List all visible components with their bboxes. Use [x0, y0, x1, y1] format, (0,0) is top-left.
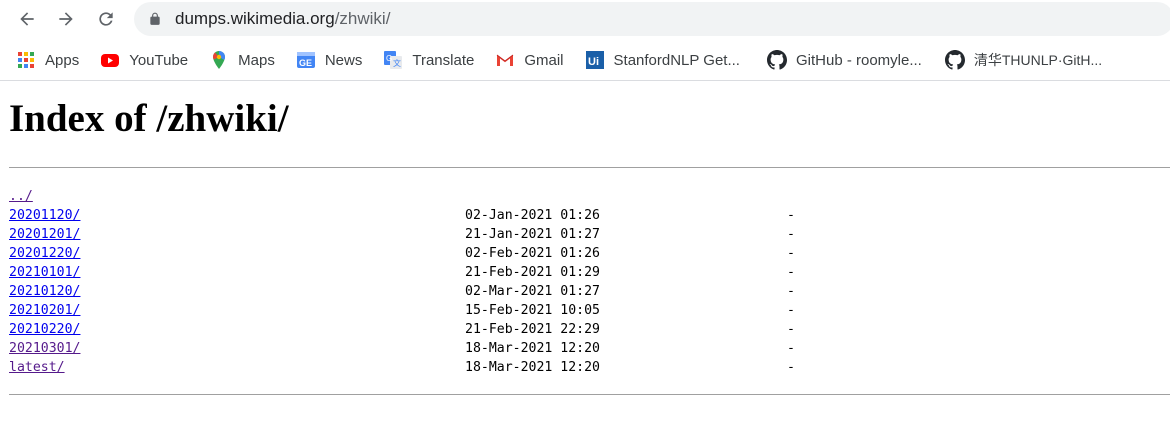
svg-text:G: G	[386, 54, 392, 63]
bookmark-label: Apps	[45, 51, 80, 69]
divider	[9, 167, 1170, 168]
listing-row: latest/18-Mar-2021 12:20 -	[9, 358, 1170, 377]
directory-link[interactable]: 20210220/	[9, 322, 80, 337]
github-icon	[944, 50, 965, 70]
listing-row: 20201220/02-Feb-2021 01:26 -	[9, 244, 1170, 263]
page-title: Index of /zhwiki/	[9, 97, 289, 140]
directory-link[interactable]: 20201120/	[9, 208, 80, 223]
name-cell: 20201120/	[9, 206, 465, 225]
size-cell: -	[787, 322, 795, 337]
date-cell: 18-Mar-2021 12:20	[465, 341, 600, 356]
bookmark-label: Translate	[412, 51, 475, 69]
arrow-right-icon	[59, 12, 73, 26]
size-cell: -	[787, 227, 795, 242]
date-cell: 15-Feb-2021 10:05	[465, 303, 600, 318]
maps-pin-icon	[209, 50, 229, 70]
name-cell: 20210220/	[9, 320, 465, 339]
name-cell: latest/	[9, 358, 465, 377]
bookmark-translate[interactable]: G文 Translate	[383, 50, 474, 70]
directory-link[interactable]: 20210101/	[9, 265, 80, 280]
name-cell: 20201220/	[9, 244, 465, 263]
directory-link[interactable]: 20201201/	[9, 227, 80, 242]
bookmark-gmail[interactable]: Gmail	[495, 50, 564, 70]
date-cell: 21-Feb-2021 01:29	[465, 265, 600, 280]
name-cell: 20201201/	[9, 225, 465, 244]
directory-link[interactable]: 20210201/	[9, 303, 80, 318]
bookmark-label: News	[324, 51, 363, 69]
stanford-ui-icon: Ui	[585, 50, 605, 70]
bookmark-label: 清华THUNLP·GitH...	[973, 52, 1103, 68]
bookmark-github-roomyle[interactable]: GitHub - roomyle...	[766, 50, 922, 70]
bookmark-news[interactable]: GE News	[296, 50, 363, 70]
reload-icon	[99, 12, 113, 26]
listing-row: 20210201/15-Feb-2021 10:05 -	[9, 301, 1170, 320]
date-cell: 02-Jan-2021 01:26	[465, 208, 600, 223]
bookmark-github-thunlp[interactable]: 清华THUNLP·GitH...	[944, 50, 1103, 70]
browser-chrome: dumps.wikimedia.org/zhwiki/ Apps YouTube	[0, 0, 1170, 81]
date-cell: 02-Mar-2021 01:27	[465, 284, 600, 299]
url-host: dumps.wikimedia.org	[175, 9, 335, 28]
gmail-icon	[495, 50, 515, 70]
news-icon: GE	[296, 50, 316, 70]
reload-button[interactable]	[91, 4, 121, 34]
url-path: /zhwiki/	[334, 9, 391, 28]
date-cell: 02-Feb-2021 01:26	[465, 246, 600, 261]
bookmark-apps[interactable]: Apps	[16, 50, 79, 70]
svg-text:Ui: Ui	[588, 56, 599, 68]
name-cell: 20210101/	[9, 263, 465, 282]
forward-button[interactable]	[51, 4, 81, 34]
name-cell: 20210201/	[9, 301, 465, 320]
youtube-icon	[100, 50, 120, 70]
bookmark-label: GitHub - roomyle...	[795, 51, 922, 69]
parent-row: ../	[9, 187, 1170, 206]
size-cell: -	[787, 341, 795, 356]
size-cell: -	[787, 284, 795, 299]
size-cell: -	[787, 360, 795, 375]
bookmark-youtube[interactable]: YouTube	[100, 50, 188, 70]
apps-grid-icon	[16, 50, 36, 70]
parent-directory-link[interactable]: ../	[9, 187, 33, 206]
arrow-left-icon	[20, 12, 34, 26]
directory-link[interactable]: 20210120/	[9, 284, 80, 299]
size-cell: -	[787, 265, 795, 280]
date-cell: 21-Jan-2021 01:27	[465, 227, 600, 242]
address-bar[interactable]: dumps.wikimedia.org/zhwiki/	[134, 2, 1170, 36]
browser-toolbar: dumps.wikimedia.org/zhwiki/	[0, 0, 1170, 40]
bookmark-maps[interactable]: Maps	[209, 50, 275, 70]
name-cell: 20210120/	[9, 282, 465, 301]
divider	[9, 394, 1170, 395]
directory-listing: ../20201120/02-Jan-2021 01:26-20201201/2…	[9, 187, 1170, 377]
listing-row: 20201120/02-Jan-2021 01:26 -	[9, 206, 1170, 225]
svg-text:文: 文	[393, 58, 401, 68]
page-content: Index of /zhwiki/ ../20201120/02-Jan-202…	[0, 96, 1170, 395]
svg-text:GE: GE	[299, 58, 312, 68]
listing-row: 20210120/02-Mar-2021 01:27 -	[9, 282, 1170, 301]
directory-link[interactable]: latest/	[9, 360, 65, 375]
size-cell: -	[787, 208, 795, 223]
bookmark-label: YouTube	[129, 51, 189, 69]
bookmark-label: Gmail	[524, 51, 564, 69]
size-cell: -	[787, 303, 795, 318]
directory-link[interactable]: 20201220/	[9, 246, 80, 261]
name-cell: 20210301/	[9, 339, 465, 358]
lock-icon	[148, 12, 162, 26]
back-button[interactable]	[12, 4, 42, 34]
date-cell: 18-Mar-2021 12:20	[465, 360, 600, 375]
bookmark-label: Maps	[238, 51, 275, 69]
size-cell: -	[787, 246, 795, 261]
bookmark-label: StanfordNLP Get...	[613, 51, 740, 69]
directory-link[interactable]: 20210301/	[9, 341, 80, 356]
github-icon	[766, 50, 787, 70]
bookmarks-bar: Apps YouTube Maps GE News G文 Translate G…	[0, 40, 1170, 80]
listing-row: 20210301/18-Mar-2021 12:20 -	[9, 339, 1170, 358]
listing-row: 20210220/21-Feb-2021 22:29 -	[9, 320, 1170, 339]
date-cell: 21-Feb-2021 22:29	[465, 322, 600, 337]
translate-icon: G文	[383, 50, 403, 70]
listing-row: 20201201/21-Jan-2021 01:27 -	[9, 225, 1170, 244]
listing-row: 20210101/21-Feb-2021 01:29 -	[9, 263, 1170, 282]
bookmark-stanfordnlp[interactable]: Ui StanfordNLP Get...	[585, 50, 740, 70]
